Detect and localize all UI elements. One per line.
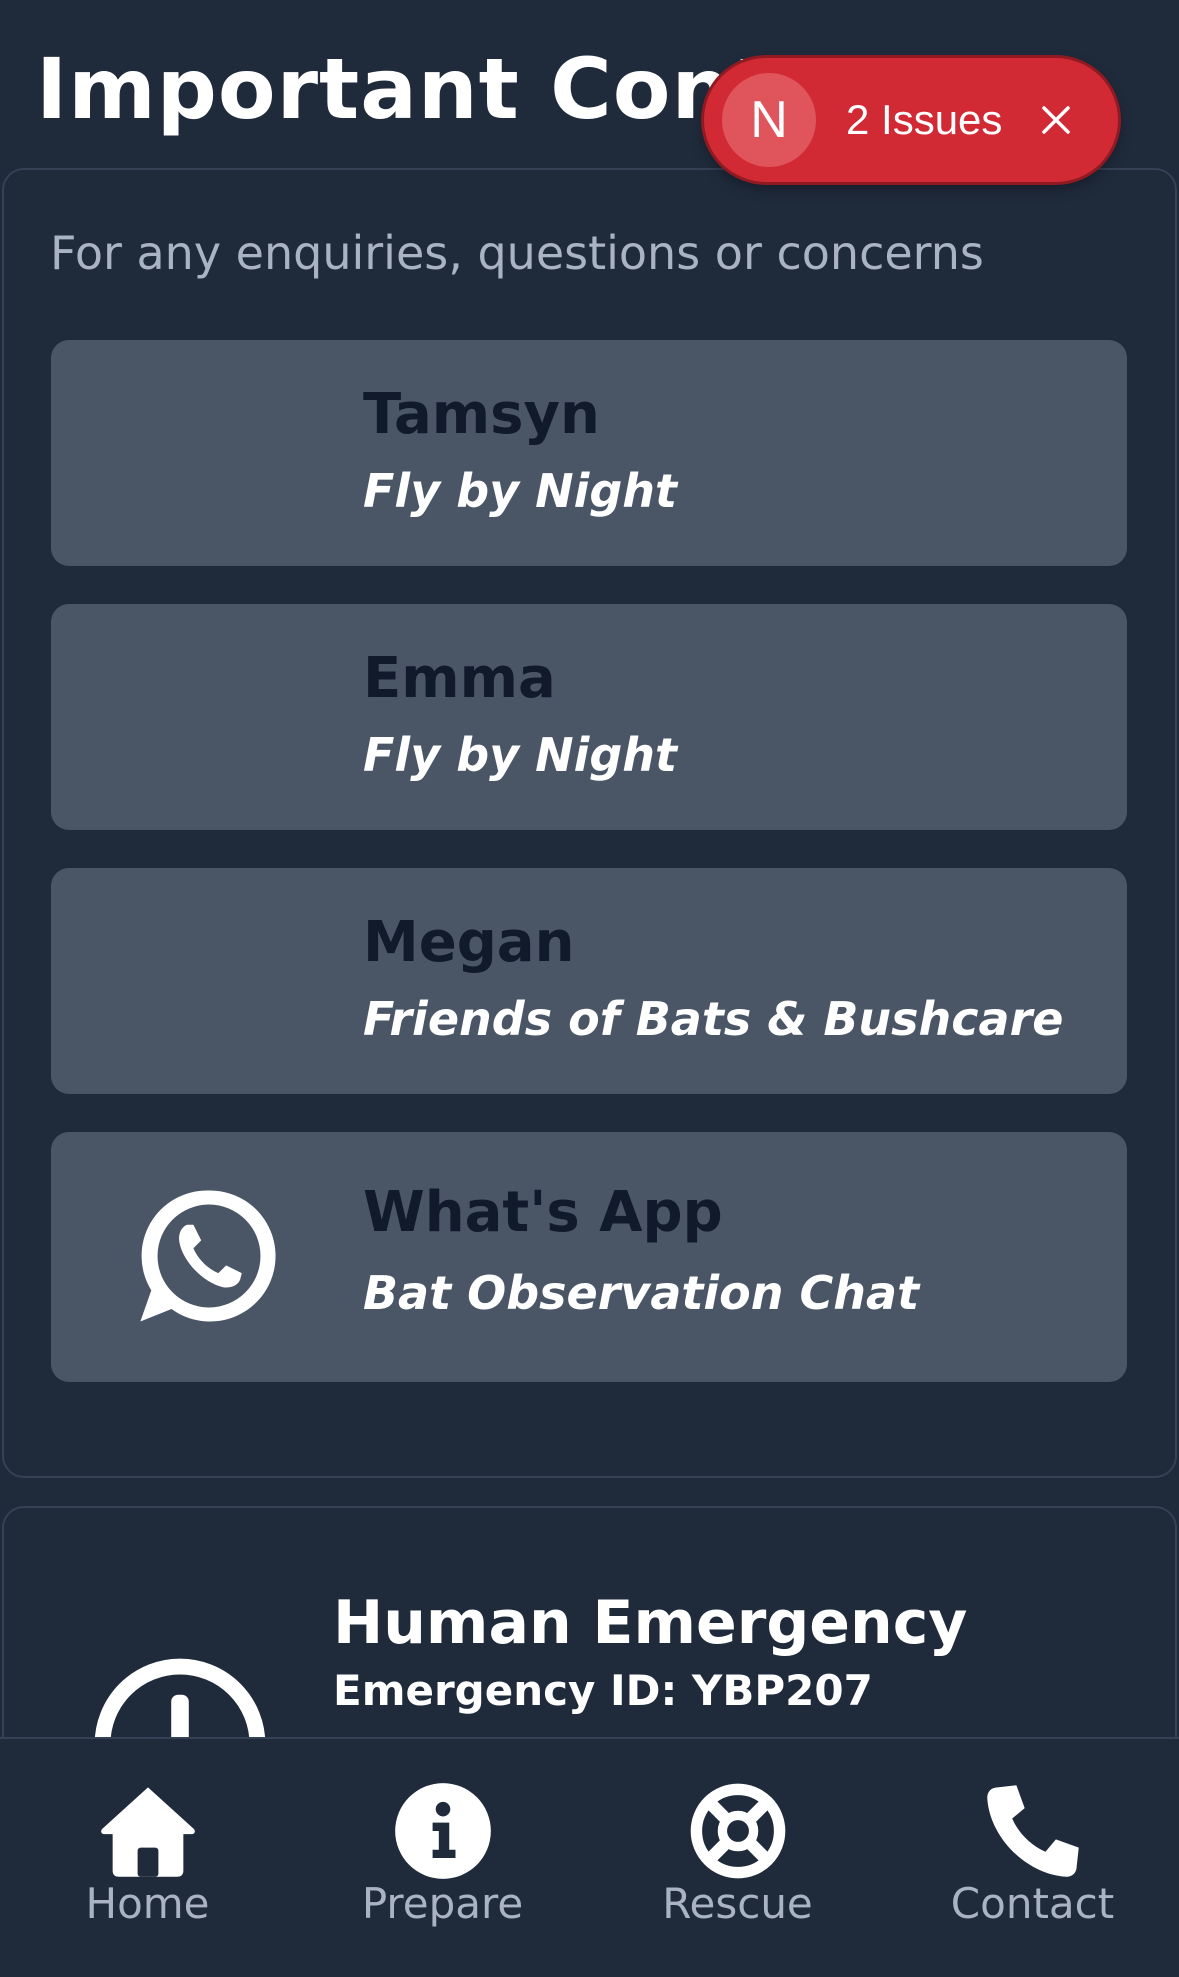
- contact-name: Megan: [363, 910, 575, 975]
- close-icon[interactable]: [1036, 100, 1076, 140]
- contact-row-whatsapp[interactable]: What's App Bat Observation Chat: [51, 1132, 1127, 1382]
- contact-row-megan[interactable]: Megan Friends of Bats & Bushcare: [51, 868, 1127, 1094]
- page: Important Contacts For any enquiries, qu…: [0, 0, 1179, 1977]
- nav-label-home: Home: [85, 1879, 210, 1928]
- contact-name: Tamsyn: [363, 382, 600, 447]
- contact-organisation: Friends of Bats & Bushcare: [363, 992, 1064, 1046]
- nav-item-contact[interactable]: Contact: [885, 1739, 1179, 1977]
- nav-label-contact: Contact: [950, 1879, 1115, 1928]
- contacts-intro: For any enquiries, questions or concerns: [50, 226, 984, 280]
- contact-organisation: Bat Observation Chat: [363, 1266, 920, 1320]
- emergency-title: Human Emergency: [333, 1588, 968, 1658]
- contact-organisation: Fly by Night: [363, 464, 678, 518]
- nav-item-prepare[interactable]: Prepare: [295, 1739, 590, 1977]
- issues-count-label: 2 Issues: [846, 96, 1003, 143]
- nextjs-badge: N: [722, 73, 816, 167]
- contact-organisation: Fly by Night: [363, 728, 678, 782]
- contact-row-emma[interactable]: Emma Fly by Night: [51, 604, 1127, 830]
- nav-item-home[interactable]: Home: [0, 1739, 295, 1977]
- nav-label-rescue: Rescue: [662, 1879, 813, 1928]
- nav-item-rescue[interactable]: Rescue: [590, 1739, 885, 1977]
- home-icon: [100, 1787, 195, 1877]
- lifebuoy-icon: [690, 1783, 785, 1879]
- info-icon: [394, 1783, 491, 1879]
- nav-label-prepare: Prepare: [361, 1879, 524, 1928]
- phone-icon: [986, 1785, 1079, 1877]
- contact-name: What's App: [363, 1180, 723, 1245]
- emergency-id: Emergency ID: YBP207: [333, 1666, 873, 1715]
- issues-indicator[interactable]: N 2 Issues: [704, 58, 1118, 182]
- contact-name: Emma: [363, 646, 556, 711]
- bottom-nav: Home Prepare Rescue Contact: [0, 1737, 1179, 1977]
- whatsapp-icon: [140, 1190, 276, 1322]
- contact-row-tamsyn[interactable]: Tamsyn Fly by Night: [51, 340, 1127, 566]
